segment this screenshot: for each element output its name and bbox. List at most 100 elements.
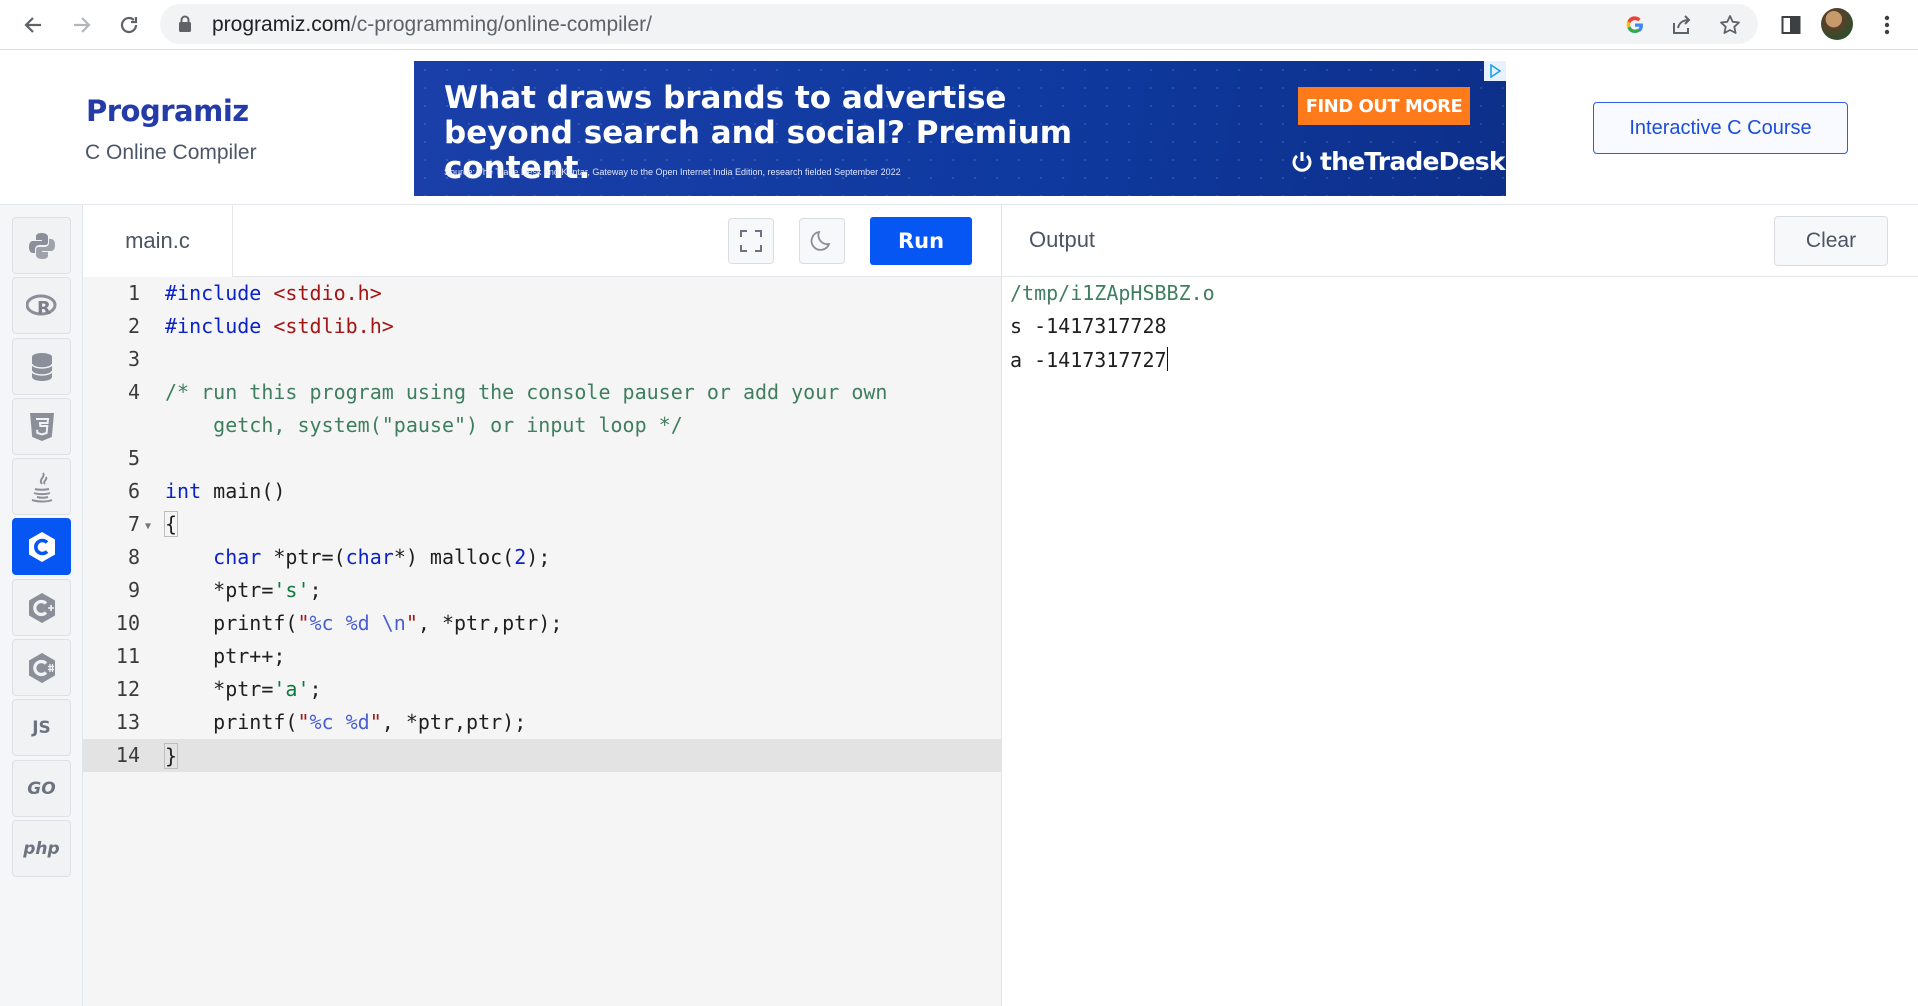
line-number: 7	[127, 512, 140, 536]
code-line[interactable]: 7 ▼ {	[83, 508, 1001, 541]
lock-icon[interactable]	[178, 15, 192, 38]
java-icon	[31, 471, 52, 502]
line-number: 6	[127, 479, 140, 503]
code-text: ptr++;	[165, 644, 286, 668]
ad-find-out-more-button[interactable]: FIND OUT MORE	[1298, 87, 1470, 125]
url-path: /c-programming/online-compiler/	[350, 13, 652, 36]
code-line[interactable]: 10 printf("%c %d \n", *ptr,ptr);	[83, 607, 1001, 640]
address-bar[interactable]: programiz.com/c-programming/online-compi…	[160, 4, 1758, 44]
file-tab-main-c[interactable]: main.c	[83, 205, 233, 277]
url-domain: programiz.com	[212, 13, 351, 36]
cpp-language-button[interactable]	[12, 579, 71, 636]
ad-brand: theTradeDesk	[1290, 147, 1505, 176]
csharp-language-button[interactable]	[12, 639, 71, 696]
side-panel-icon[interactable]	[1775, 9, 1807, 41]
line-number: 11	[115, 644, 140, 668]
code-line[interactable]: 5	[83, 442, 1001, 475]
output-title: Output	[1029, 227, 1096, 252]
php-icon: php	[23, 838, 60, 859]
line-number: 13	[115, 710, 140, 734]
line-number: 5	[127, 446, 140, 470]
output-line: s -1417317728	[1010, 314, 1167, 338]
share-icon[interactable]	[1670, 13, 1694, 37]
reload-icon[interactable]	[113, 9, 145, 41]
code-line[interactable]: 1 #include <stdio.h>	[83, 277, 1001, 310]
editor-toolbar: main.c Run	[83, 205, 1001, 277]
profile-avatar[interactable]	[1821, 8, 1853, 40]
python-language-button[interactable]	[12, 217, 71, 274]
fullscreen-button[interactable]	[728, 218, 774, 264]
fullscreen-icon	[740, 230, 762, 252]
php-language-button[interactable]: php	[12, 820, 71, 877]
javascript-language-button[interactable]: JS	[12, 699, 71, 756]
line-number: 9	[127, 578, 140, 602]
r-language-button[interactable]: R	[12, 277, 71, 334]
code-text: getch, system("pause") or input loop */	[165, 413, 683, 437]
interactive-c-course-button[interactable]: Interactive C Course	[1593, 102, 1848, 154]
code-line[interactable]: 11 ptr++;	[83, 640, 1001, 673]
code-line[interactable]: 9 *ptr='s';	[83, 574, 1001, 607]
site-header: Programiz C Online Compiler What draws b…	[0, 50, 1918, 205]
code-text: {	[163, 511, 179, 537]
output-console[interactable]: /tmp/i1ZApHSBBZ.o s -1417317728 a -14173…	[1001, 277, 1918, 1006]
code-text: printf("%c %d", *ptr,ptr);	[165, 710, 527, 734]
code-line[interactable]: 12 *ptr='a';	[83, 673, 1001, 706]
code-line[interactable]: 6 int main()	[83, 475, 1001, 508]
go-language-button[interactable]: GO	[12, 760, 71, 817]
code-line[interactable]: 4 /* run this program using the console …	[83, 376, 1001, 409]
advertisement-banner[interactable]: What draws brands to advertise beyond se…	[414, 61, 1506, 196]
code-editor[interactable]: 1 #include <stdio.h> 2 #include <stdlib.…	[83, 277, 1001, 1006]
code-line[interactable]: 3	[83, 343, 1001, 376]
sql-language-button[interactable]	[12, 338, 71, 395]
line-number: 14	[115, 743, 140, 767]
clear-button[interactable]: Clear	[1774, 216, 1888, 266]
line-number: 2	[127, 314, 140, 338]
code-text: char *ptr=(char*) malloc(2);	[213, 545, 551, 569]
r-icon: R	[25, 294, 56, 319]
run-button[interactable]: Run	[870, 217, 972, 265]
database-icon	[30, 352, 53, 381]
browser-toolbar: programiz.com/c-programming/online-compi…	[0, 0, 1918, 50]
more-menu-icon[interactable]	[1871, 9, 1903, 41]
code-line[interactable]: 2 #include <stdlib.h>	[83, 310, 1001, 343]
output-line-last: a -1417317727	[1010, 347, 1168, 372]
programiz-logo[interactable]: Programiz	[86, 94, 249, 128]
url-text[interactable]: programiz.com/c-programming/online-compi…	[212, 13, 652, 37]
code-line-active[interactable]: 14 }	[83, 739, 1001, 772]
go-icon: GO	[27, 778, 56, 799]
line-number: 4	[127, 380, 140, 404]
code-line[interactable]: 13 printf("%c %d", *ptr,ptr);	[83, 706, 1001, 739]
java-language-button[interactable]	[12, 458, 71, 515]
ad-source-note: Source: The Trade Desk and Kantar, Gatew…	[444, 167, 901, 177]
bookmark-star-icon[interactable]	[1718, 13, 1742, 37]
adchoices-icon[interactable]	[1484, 61, 1506, 81]
code-text: #include <stdlib.h>	[165, 314, 394, 338]
google-icon[interactable]	[1623, 13, 1647, 37]
code-line[interactable]: 8 char *ptr=(char*) malloc(2);	[83, 541, 1001, 574]
line-number: 12	[115, 677, 140, 701]
html-language-button[interactable]	[12, 398, 71, 455]
line-number: 8	[127, 545, 140, 569]
html5-icon	[29, 412, 54, 441]
svg-text:R: R	[37, 298, 51, 319]
code-text: *ptr='s';	[165, 578, 322, 602]
output-line: /tmp/i1ZApHSBBZ.o	[1010, 281, 1215, 305]
line-number: 1	[127, 281, 140, 305]
ad-brand-name: theTradeDesk	[1320, 147, 1505, 176]
page-subtitle: C Online Compiler	[85, 141, 257, 164]
code-line-wrap[interactable]: getch, system("pause") or input loop */	[83, 409, 1001, 442]
code-text: }	[163, 743, 179, 769]
code-text: int main()	[165, 479, 286, 503]
line-number: 3	[127, 347, 140, 371]
language-sidebar: R JS GO php	[0, 205, 83, 1006]
moon-icon	[810, 230, 831, 251]
back-icon[interactable]	[17, 9, 49, 41]
cpp-icon	[28, 592, 55, 623]
forward-icon[interactable]	[66, 9, 98, 41]
line-number: 10	[115, 611, 140, 635]
fold-arrow-icon[interactable]: ▼	[145, 521, 151, 532]
power-icon	[1292, 151, 1312, 172]
c-language-button[interactable]	[12, 518, 71, 575]
theme-toggle-button[interactable]	[799, 218, 845, 264]
logo-text: Programiz	[86, 94, 249, 128]
